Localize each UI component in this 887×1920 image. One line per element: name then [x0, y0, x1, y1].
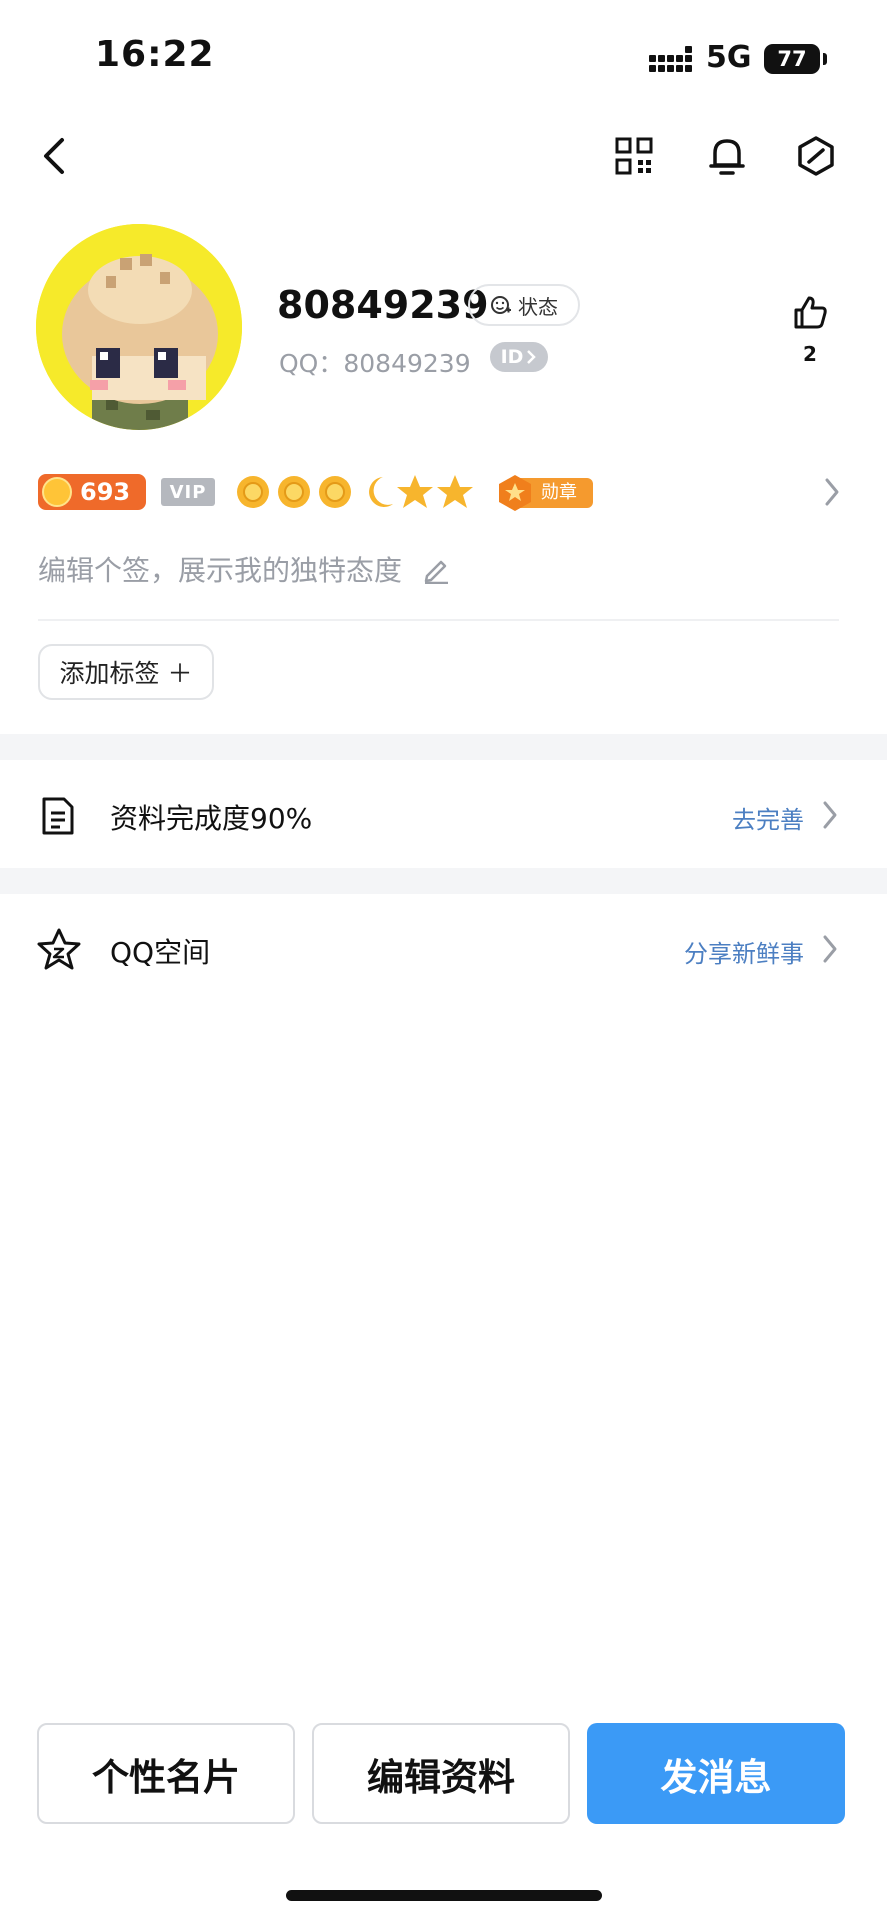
section-separator: [0, 734, 887, 760]
chevron-right-icon: [823, 935, 837, 963]
add-tag-button[interactable]: 添加标签 ＋: [38, 644, 214, 700]
divider: [38, 619, 839, 621]
signature-placeholder: 编辑个签，展示我的独特态度: [38, 554, 403, 587]
status-button[interactable]: 状态: [468, 284, 580, 326]
qr-code-icon: [615, 137, 653, 175]
settings-button[interactable]: [786, 126, 846, 186]
home-indicator[interactable]: [286, 1890, 602, 1901]
medal-badge[interactable]: 勋章: [497, 474, 595, 512]
sun-icon: [278, 476, 310, 508]
level-detail-chevron[interactable]: [802, 462, 862, 522]
edit-profile-button[interactable]: 编辑资料: [312, 1723, 570, 1824]
coin-level-value: 693: [80, 478, 131, 506]
like-button[interactable]: [780, 282, 840, 342]
battery-indicator: 77: [764, 44, 820, 74]
coin-icon: [42, 477, 72, 507]
back-button[interactable]: [24, 126, 84, 186]
document-icon: [42, 797, 74, 835]
sun-icon: [237, 476, 269, 508]
moon-icon: [369, 477, 393, 507]
avatar[interactable]: [36, 224, 242, 430]
nickname: 80849239: [277, 283, 489, 327]
qzone-title: QQ空间: [110, 936, 211, 969]
level-icons[interactable]: [233, 471, 473, 513]
battery-tip: [823, 53, 827, 65]
bell-icon: [709, 139, 745, 175]
profile-completion-row[interactable]: 资料完成度90% 去完善: [0, 760, 887, 868]
completion-title: 资料完成度90%: [110, 802, 313, 835]
qzone-action: 分享新鲜事: [684, 940, 804, 968]
send-message-button[interactable]: 发消息: [587, 1723, 845, 1824]
qq-number-line: QQ：80849239: [279, 344, 471, 380]
pencil-icon: [424, 560, 448, 585]
chevron-right-icon: [527, 350, 537, 364]
bun-character-image: [36, 224, 242, 430]
qzone-row[interactable]: QQ空间 分享新鲜事: [0, 894, 887, 1004]
coin-level-badge[interactable]: 693: [38, 474, 146, 510]
completion-action: 去完善: [732, 806, 804, 834]
network-type: 5G: [706, 40, 752, 75]
thumbs-up-icon: [794, 296, 827, 329]
qr-code-button[interactable]: [604, 126, 664, 186]
medal-icon: [499, 475, 531, 511]
profile-card-button[interactable]: 个性名片: [37, 1723, 295, 1824]
chevron-right-icon: [823, 801, 837, 829]
id-badge[interactable]: ID: [490, 342, 548, 372]
status-time: 16:22: [95, 34, 215, 75]
cellular-signal-icon: [649, 46, 692, 72]
star-icon: [37, 928, 81, 970]
hexagon-slash-icon: [798, 136, 834, 176]
chevron-left-icon: [44, 138, 64, 174]
star-level-icon: [437, 475, 473, 508]
section-separator: [0, 868, 887, 894]
notification-button[interactable]: [697, 126, 757, 186]
smile-add-icon: [491, 296, 511, 314]
id-badge-label: ID: [500, 346, 524, 368]
status-label: 状态: [518, 294, 558, 319]
qq-number: 80849239: [343, 349, 471, 378]
chevron-right-icon: [825, 478, 839, 506]
qq-label: QQ：: [279, 349, 344, 378]
sun-icon: [319, 476, 351, 508]
star-level-icon: [397, 475, 433, 508]
signature-field[interactable]: 编辑个签，展示我的独特态度: [38, 549, 451, 589]
vip-badge[interactable]: VIP: [161, 478, 215, 506]
like-count: 2: [803, 342, 817, 366]
